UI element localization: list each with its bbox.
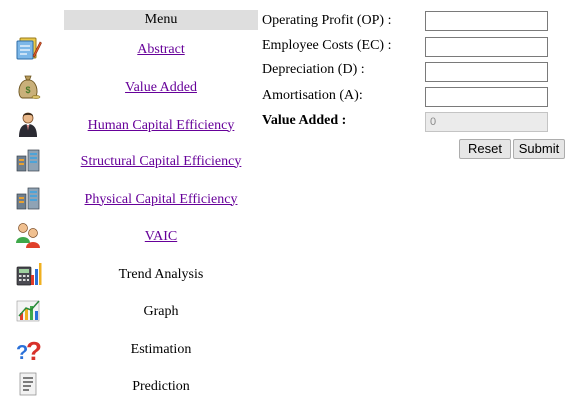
menu-item-label[interactable]: Physical Capital Efficiency [64, 181, 258, 218]
menu-item-label: Trend Analysis [118, 266, 204, 282]
svg-text:?: ? [26, 336, 42, 362]
menu-item-label[interactable]: Abstract [64, 31, 258, 68]
menu-item-prediction: Prediction [0, 368, 260, 405]
menu-item-label[interactable]: VAIC [64, 218, 258, 255]
bar-graph-icon [14, 296, 42, 324]
menu-header: Menu [64, 10, 258, 30]
employee-costs-input[interactable] [425, 37, 548, 57]
menu-item-human-capital-efficiency[interactable]: Human Capital Efficiency [0, 107, 260, 144]
menu-item-physical-capital-efficiency[interactable]: Physical Capital Efficiency [0, 181, 260, 218]
menu-item-graph: Graph [0, 293, 260, 330]
menu-item-abstract[interactable]: Abstract [0, 31, 260, 68]
menu-item-label[interactable]: Value Added [64, 69, 258, 106]
document-icon [14, 371, 42, 399]
amortisation-input[interactable] [425, 87, 548, 107]
employee-costs-label: Employee Costs (EC) : [262, 38, 392, 53]
businessman-icon [14, 110, 42, 138]
menu-item-label[interactable]: Human Capital Efficiency [64, 107, 258, 144]
notebook-pencil-icon [14, 34, 42, 62]
submit-button[interactable]: Submit [513, 139, 565, 159]
server-stack-icon [14, 146, 42, 174]
menu-item-value-added[interactable]: $ Value Added [0, 69, 260, 106]
money-bag-icon: $ [14, 72, 42, 100]
menu-item-label: Prediction [132, 378, 190, 394]
people-icon [14, 221, 42, 249]
depreciation-input[interactable] [425, 62, 548, 82]
menu-item-trend-analysis: Trend Analysis [0, 256, 260, 293]
svg-text:$: $ [25, 85, 30, 95]
menu-item-structural-capital-efficiency[interactable]: Structural Capital Efficiency [0, 143, 260, 180]
menu-item-label[interactable]: Structural Capital Efficiency [64, 143, 258, 180]
reset-button[interactable]: Reset [459, 139, 511, 159]
calculator-chart-icon [14, 259, 42, 287]
server-stack-icon [14, 184, 42, 212]
menu-item-label: Estimation [130, 341, 192, 357]
menu-item-vaic[interactable]: VAIC [0, 218, 260, 255]
operating-profit-label: Operating Profit (OP) : [262, 13, 392, 28]
value-added-result-field [425, 112, 548, 132]
menu-item-label: Graph [143, 303, 179, 319]
menu-item-estimation: ? ? Estimation [0, 331, 260, 368]
operating-profit-input[interactable] [425, 11, 548, 31]
amortisation-label: Amortisation (A): [262, 88, 363, 103]
value-added-result-label: Value Added : [262, 113, 347, 128]
question-marks-icon: ? ? [14, 334, 42, 362]
depreciation-label: Depreciation (D) : [262, 62, 365, 77]
